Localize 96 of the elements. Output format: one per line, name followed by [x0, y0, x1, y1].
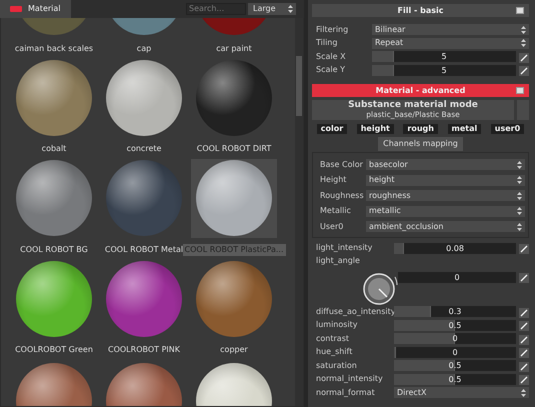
- property-label: Base Color: [319, 158, 364, 171]
- slider-fill[interactable]: [394, 306, 431, 318]
- slider-value: 0: [452, 346, 458, 358]
- slider-value: 0.5: [448, 320, 462, 331]
- property-label: light_intensity: [315, 242, 374, 254]
- property-label: hue_shift: [315, 346, 354, 358]
- property-label: saturation: [315, 360, 358, 372]
- property-label: normal_intensity: [315, 373, 384, 386]
- material-name[interactable]: COOLROBOT Green: [13, 344, 95, 356]
- channel-tag[interactable]: rough: [403, 124, 438, 134]
- edit-pen-icon[interactable]: [519, 334, 529, 344]
- size-select[interactable]: Large: [248, 3, 296, 15]
- edit-pen-icon[interactable]: [519, 374, 529, 384]
- slider-value: 0.5: [448, 374, 462, 385]
- slider-track[interactable]: 0: [394, 333, 516, 344]
- select-arrows-icon[interactable]: [288, 5, 293, 13]
- slider-fill[interactable]: [372, 64, 394, 76]
- slider-fill[interactable]: [372, 51, 394, 62]
- material-tab[interactable]: Material: [0, 0, 70, 18]
- dropdown-select[interactable]: ambient_occlusion: [366, 221, 525, 232]
- checkbox-icon[interactable]: [516, 87, 524, 94]
- material-name[interactable]: cap: [134, 42, 154, 54]
- section-header[interactable]: Fill - basic: [312, 4, 529, 17]
- select-arrows-icon[interactable]: [521, 388, 526, 397]
- property-label: luminosity: [315, 319, 359, 332]
- material-name[interactable]: COOL ROBOT BG: [18, 244, 90, 256]
- dropdown-select[interactable]: height: [366, 174, 525, 186]
- material-swatch-icon: [10, 6, 22, 12]
- select-arrows-icon[interactable]: [517, 222, 522, 231]
- material-name[interactable]: cobalt: [40, 143, 68, 155]
- property-label: contrast: [315, 332, 350, 345]
- slider-track[interactable]: 0.3: [394, 306, 516, 318]
- channel-tag[interactable]: user0: [490, 124, 524, 134]
- property-label: Roughness: [319, 190, 365, 202]
- material-name[interactable]: COOL ROBOT Metal: [102, 244, 186, 256]
- dropdown-select[interactable]: Bilinear: [372, 24, 529, 36]
- property-label: diffuse_ao_intensity: [315, 306, 394, 318]
- slider-track[interactable]: 0.5: [394, 374, 516, 385]
- channel-tag[interactable]: metal: [448, 124, 482, 134]
- material-name[interactable]: copper: [218, 344, 250, 356]
- section-header[interactable]: Material - advanced: [312, 84, 529, 97]
- select-arrows-icon[interactable]: [517, 176, 522, 184]
- property-label: Scale X: [315, 50, 347, 63]
- select-arrows-icon[interactable]: [521, 26, 526, 34]
- slider-track[interactable]: 5: [372, 64, 516, 76]
- slider-track[interactable]: 0.5: [394, 320, 516, 331]
- select-arrows-icon[interactable]: [517, 207, 522, 216]
- edit-pen-icon[interactable]: [519, 272, 529, 282]
- channel-tag[interactable]: height: [356, 124, 394, 134]
- slider-track[interactable]: 0.5: [394, 360, 516, 372]
- slider-value: 5: [441, 64, 447, 76]
- dropdown-select[interactable]: roughness: [366, 190, 525, 202]
- edit-pen-icon[interactable]: [519, 320, 529, 330]
- edit-pen-icon[interactable]: [519, 52, 529, 62]
- property-label: Height: [319, 174, 348, 186]
- slider-value: 5: [441, 51, 447, 62]
- property-label: Metallic: [319, 205, 352, 218]
- slider-fill[interactable]: [394, 333, 455, 344]
- material-name[interactable]: concrete: [124, 143, 164, 155]
- property-label: User0: [319, 220, 344, 233]
- property-label: normal_format: [315, 386, 376, 399]
- material-name[interactable]: caiman back scales: [12, 42, 96, 54]
- dropdown-select[interactable]: metallic: [366, 206, 525, 217]
- property-label: Filtering: [315, 24, 350, 36]
- slider-fill[interactable]: [394, 242, 404, 254]
- dropdown-select[interactable]: Repeat: [372, 38, 529, 49]
- material-name[interactable]: COOLROBOT PINK: [106, 344, 182, 356]
- property-label: Tiling: [315, 37, 338, 50]
- slider-track[interactable]: 5: [372, 51, 516, 62]
- edit-pen-icon[interactable]: [519, 360, 529, 371]
- property-label: light_angle: [315, 255, 361, 268]
- slider-value: 0.5: [448, 360, 462, 372]
- dropdown-select[interactable]: DirectX: [394, 387, 529, 398]
- scrollbar-thumb[interactable]: [296, 56, 302, 116]
- slider-value: 0.08: [446, 242, 464, 254]
- angle-knob[interactable]: [362, 271, 398, 308]
- dropdown-select[interactable]: basecolor: [366, 159, 525, 170]
- select-arrows-icon[interactable]: [517, 192, 522, 200]
- angle-value-field[interactable]: 0: [398, 272, 516, 284]
- edit-pen-icon[interactable]: [519, 347, 529, 358]
- material-name[interactable]: car paint: [214, 42, 254, 54]
- search-field[interactable]: Search...: [186, 3, 246, 15]
- edit-pen-icon[interactable]: [519, 243, 529, 254]
- edit-pen-icon[interactable]: [519, 306, 529, 317]
- slider-value: 0.3: [448, 306, 462, 318]
- select-arrows-icon[interactable]: [521, 39, 526, 48]
- edit-pen-icon[interactable]: [519, 65, 529, 76]
- property-label: Scale Y: [315, 64, 346, 76]
- scrollbar[interactable]: [295, 18, 303, 406]
- material-name[interactable]: COOL ROBOT DIRT: [194, 143, 274, 155]
- select-arrows-icon[interactable]: [517, 160, 522, 169]
- slider-value: 0: [452, 333, 458, 344]
- channel-tag[interactable]: color: [316, 124, 348, 134]
- channels-mapping-button[interactable]: Channels mapping: [378, 137, 463, 152]
- slider-track[interactable]: 0.08: [394, 242, 516, 254]
- slider-track[interactable]: 0: [394, 346, 516, 358]
